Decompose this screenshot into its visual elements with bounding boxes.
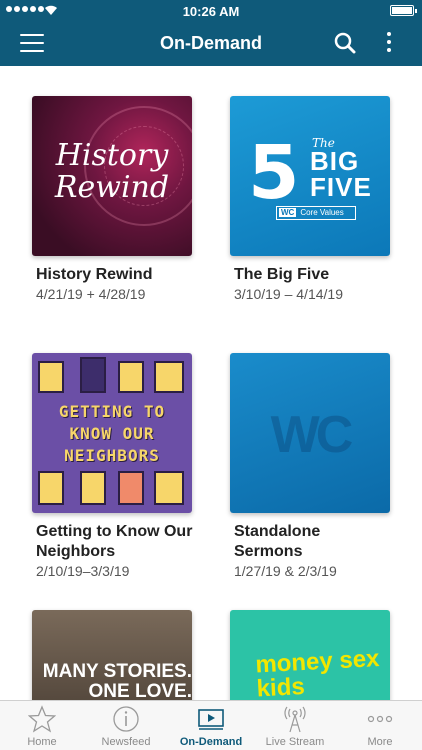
- artwork-text: money sex kids: [254, 645, 381, 700]
- series-card[interactable]: History Rewind History Rewind 4/21/19 + …: [32, 96, 194, 303]
- more-dots-icon: [367, 715, 393, 723]
- wc-logo: WC: [270, 406, 354, 464]
- nav-bar: On-Demand: [0, 22, 422, 66]
- series-grid: History Rewind History Rewind 4/21/19 + …: [0, 66, 422, 700]
- tab-label: Live Stream: [265, 736, 325, 748]
- series-dates: 1/27/19 & 2/3/19: [234, 563, 337, 579]
- artwork-numeral: 5: [248, 130, 300, 216]
- artwork-badge: WC Core Values: [276, 206, 356, 220]
- series-title: Standalone Sermons: [234, 523, 321, 560]
- series-card[interactable]: 5 The BIG FIVE WC Core Values The Big Five…: [230, 96, 392, 303]
- series-artwork: MANY STORIES. ONE LOVE.: [32, 610, 192, 700]
- status-bar: 10:26 AM: [0, 0, 422, 22]
- series-artwork: History Rewind: [32, 96, 192, 256]
- series-title: The Big Five: [234, 266, 330, 283]
- tab-label: Newsfeed: [101, 736, 151, 748]
- artwork-text: MANY STORIES. ONE LOVE.: [42, 661, 192, 701]
- more-options-icon[interactable]: [384, 32, 394, 56]
- tab-newsfeed[interactable]: Newsfeed: [84, 701, 168, 750]
- artwork-text: History Rewind: [54, 138, 170, 205]
- star-icon: [28, 705, 56, 733]
- info-icon: [113, 706, 139, 732]
- series-artwork: GETTING TO KNOW OUR NEIGHBORS: [32, 353, 192, 513]
- tab-bar: Home Newsfeed On-Demand Live Stream More: [0, 700, 422, 750]
- series-dates: 3/10/19 – 4/14/19: [234, 286, 343, 302]
- tab-on-demand[interactable]: On-Demand: [169, 701, 253, 750]
- series-artwork: money sex kids: [230, 610, 390, 700]
- artwork-text: BIG FIVE: [310, 146, 372, 202]
- tab-live-stream[interactable]: Live Stream: [253, 701, 337, 750]
- series-card[interactable]: MANY STORIES. ONE LOVE.: [32, 610, 194, 700]
- tab-label: Home: [27, 736, 57, 748]
- series-dates: 2/10/19–3/3/19: [36, 563, 130, 579]
- artwork-text: GETTING TO KNOW OUR NEIGHBORS: [58, 402, 166, 465]
- series-title: History Rewind: [36, 266, 153, 283]
- series-card[interactable]: money sex kids: [230, 610, 392, 700]
- search-icon[interactable]: [334, 32, 356, 54]
- top-bar: 10:26 AM On-Demand: [0, 0, 422, 66]
- series-title: Getting to Know Our Neighbors: [36, 523, 193, 560]
- battery-icon: [390, 5, 417, 16]
- series-artwork: 5 The BIG FIVE WC Core Values: [230, 96, 390, 256]
- series-artwork: WC: [230, 353, 390, 513]
- series-card[interactable]: WC Standalone Sermons 1/27/19 & 2/3/19: [230, 353, 392, 580]
- tab-home[interactable]: Home: [0, 701, 84, 750]
- broadcast-tower-icon: [284, 706, 306, 733]
- page-title: On-Demand: [159, 33, 262, 53]
- series-dates: 4/21/19 + 4/28/19: [36, 286, 146, 302]
- status-time: 10:26 AM: [182, 4, 240, 19]
- tab-label: More: [367, 736, 393, 748]
- series-card[interactable]: GETTING TO KNOW OUR NEIGHBORS Getting to…: [32, 353, 194, 580]
- tab-more[interactable]: More: [338, 701, 422, 750]
- tab-label: On-Demand: [179, 736, 243, 748]
- play-screen-icon: [198, 709, 224, 730]
